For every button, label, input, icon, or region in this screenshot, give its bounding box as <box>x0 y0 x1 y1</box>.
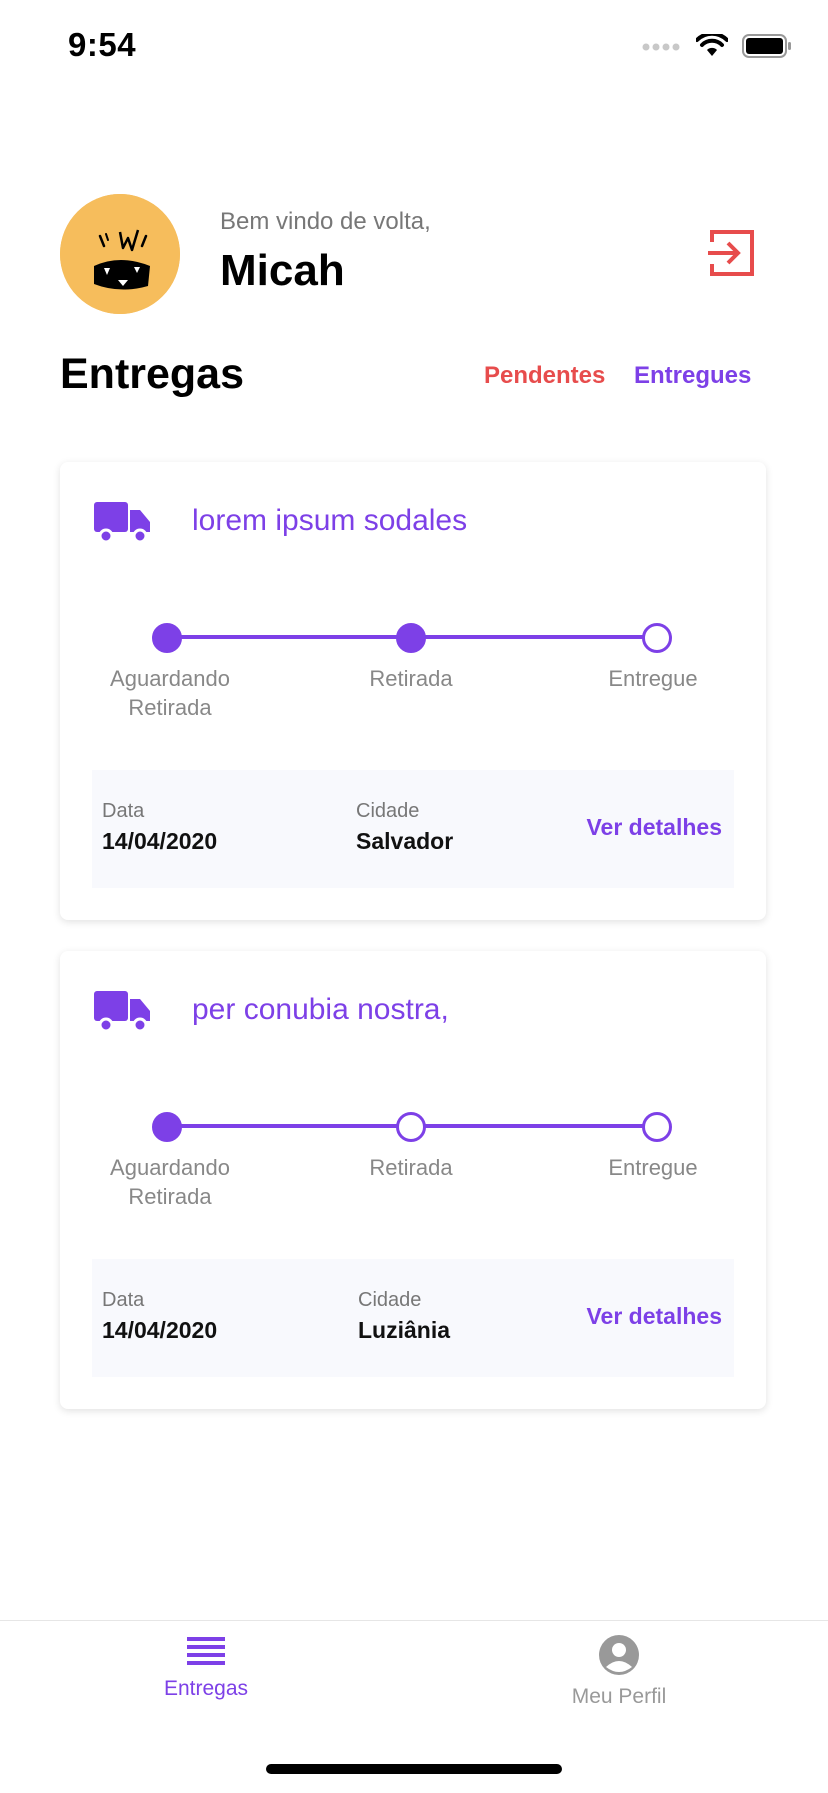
welcome-text: Bem vindo de volta, <box>220 208 431 235</box>
user-name: Micah <box>220 246 345 295</box>
step-dot-delivered <box>642 1112 672 1142</box>
step-label-picked-up: Retirada <box>369 666 453 691</box>
step-label-delivered: Entregue <box>608 666 698 691</box>
status-time: 9:54 <box>68 26 137 63</box>
city-label: Cidade <box>356 800 420 822</box>
progress-line <box>170 1124 414 1128</box>
profile-icon <box>599 1635 639 1675</box>
logout-icon <box>708 230 754 276</box>
delivery-info: Data 14/04/2020 Cidade Luziânia Ver deta… <box>92 1259 734 1377</box>
progress-line <box>414 1124 658 1128</box>
filter-pending[interactable]: Pendentes <box>484 362 605 390</box>
filter-delivered[interactable]: Entregues <box>634 362 751 390</box>
delivery-card: lorem ipsum sodales Aguardando Retirada … <box>60 462 766 920</box>
step-dot-delivered <box>642 623 672 653</box>
city-value: Salvador <box>356 828 454 854</box>
step-dot-waiting <box>152 1112 182 1142</box>
delivery-info: Data 14/04/2020 Cidade Salvador Ver deta… <box>92 770 734 888</box>
tab-label: Entregas <box>163 1677 249 1700</box>
step-dot-waiting <box>152 623 182 653</box>
date-value: 14/04/2020 <box>102 1317 218 1343</box>
city-value: Luziânia <box>358 1317 451 1343</box>
delivery-card: per conubia nostra, Aguardando Retirada … <box>60 951 766 1409</box>
logout-button[interactable] <box>706 226 762 282</box>
delivery-progress: Aguardando Retirada Retirada Entregue <box>60 616 766 726</box>
step-label-picked-up: Retirada <box>369 1155 453 1180</box>
truck-icon <box>94 502 150 544</box>
battery-icon <box>742 34 792 63</box>
home-indicator <box>266 1764 562 1774</box>
list-icon <box>187 1637 225 1665</box>
status-icons <box>642 31 792 63</box>
tab-deliveries[interactable]: Entregas <box>106 1635 306 1701</box>
avatar <box>60 194 180 314</box>
step-label-waiting: Aguardando Retirada <box>110 1155 230 1209</box>
step-dot-picked-up <box>396 623 426 653</box>
step-label-delivered: Entregue <box>608 1155 698 1180</box>
tab-profile[interactable]: Meu Perfil <box>519 1635 719 1709</box>
tab-label: Meu Perfil <box>571 1685 667 1708</box>
step-label-waiting: Aguardando Retirada <box>110 666 230 720</box>
product-name: lorem ipsum sodales <box>192 504 468 537</box>
truck-icon <box>94 991 150 1033</box>
progress-line <box>414 635 658 639</box>
view-details-link[interactable]: Ver detalhes <box>586 814 722 841</box>
date-value: 14/04/2020 <box>102 828 218 854</box>
section-title: Entregas <box>60 350 245 398</box>
product-name: per conubia nostra, <box>192 993 449 1026</box>
signal-icon <box>642 40 682 58</box>
city-label: Cidade <box>358 1289 422 1311</box>
step-dot-picked-up <box>396 1112 426 1142</box>
date-label: Data <box>102 800 145 822</box>
wifi-icon <box>695 31 729 63</box>
view-details-link[interactable]: Ver detalhes <box>586 1303 722 1330</box>
delivery-progress: Aguardando Retirada Retirada Entregue <box>60 1105 766 1215</box>
progress-line <box>170 635 414 639</box>
date-label: Data <box>102 1289 145 1311</box>
